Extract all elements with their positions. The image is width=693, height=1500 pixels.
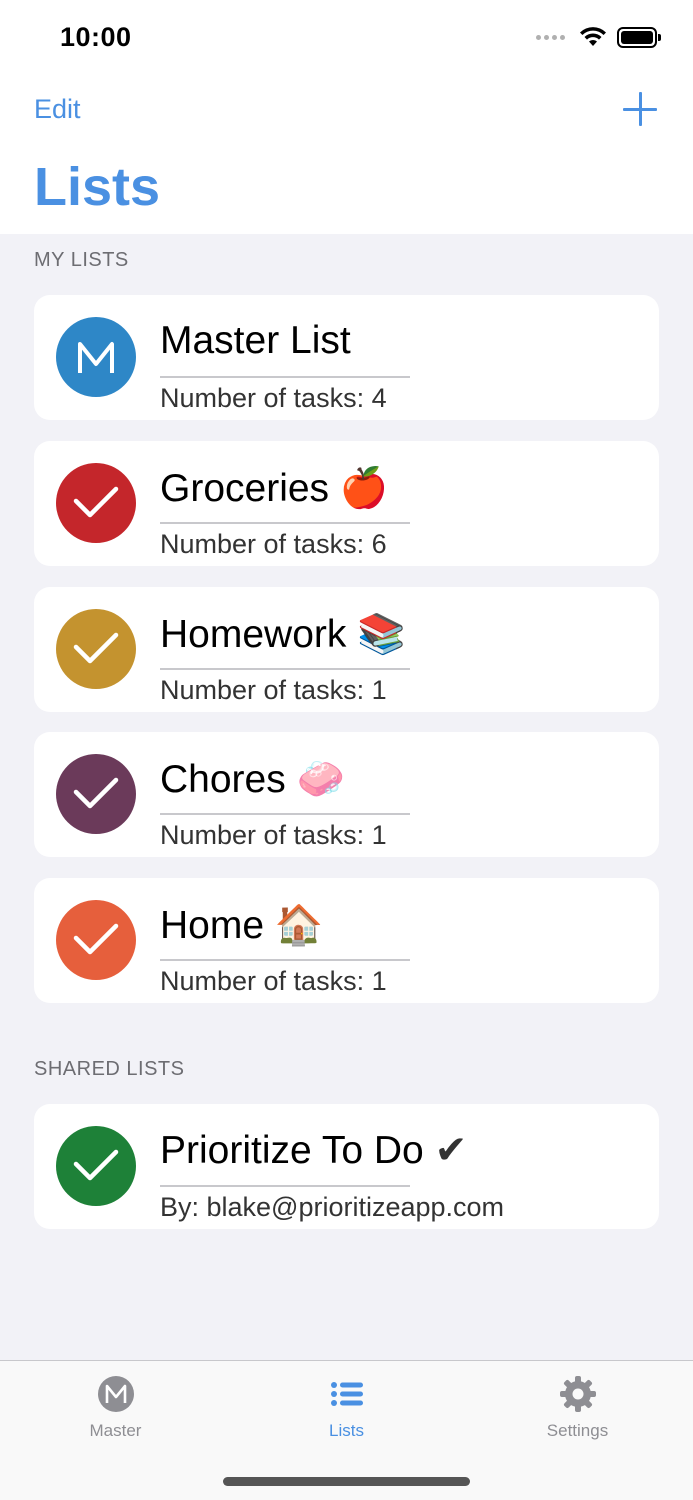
divider <box>160 1185 410 1187</box>
section-header-my-lists: MY LISTS <box>34 249 129 271</box>
page-title: Lists <box>34 157 161 217</box>
list-icon <box>331 1382 363 1406</box>
task-count: Number of tasks: 1 <box>160 966 387 996</box>
tab-label: Master <box>89 1421 142 1440</box>
wifi-icon <box>580 27 606 46</box>
list-name: Homework 📚 <box>160 613 406 656</box>
edit-button[interactable]: Edit <box>34 94 81 125</box>
divider <box>160 668 410 670</box>
list-card-groceries[interactable]: Groceries 🍎 Number of tasks: 6 <box>34 441 659 566</box>
m-logo-icon <box>56 317 136 397</box>
list-name: Prioritize To Do ✔ <box>160 1129 468 1172</box>
checkmark-icon <box>56 609 136 689</box>
checkmark-icon <box>56 463 136 543</box>
tab-lists[interactable]: Lists <box>231 1361 462 1451</box>
section-header-shared-lists: SHARED LISTS <box>34 1058 185 1080</box>
tab-settings[interactable]: Settings <box>462 1361 693 1451</box>
list-card-prioritize-to-do[interactable]: Prioritize To Do ✔ By: blake@prioritizea… <box>34 1104 659 1229</box>
list-card-home[interactable]: Home 🏠 Number of tasks: 1 <box>34 878 659 1003</box>
list-card-homework[interactable]: Homework 📚 Number of tasks: 1 <box>34 587 659 712</box>
task-count: Number of tasks: 1 <box>160 675 387 705</box>
tab-master[interactable]: Master <box>0 1361 231 1451</box>
list-name: Master List <box>160 319 351 362</box>
house-icon: 🏠 <box>274 904 324 947</box>
gear-icon <box>560 1376 596 1412</box>
checkmark-icon <box>56 900 136 980</box>
shared-by: By: blake@prioritizeapp.com <box>160 1192 505 1222</box>
status-icons <box>536 26 661 48</box>
heavy-check-icon: ✔ <box>434 1129 468 1172</box>
home-indicator <box>223 1477 470 1486</box>
checkmark-icon <box>56 754 136 834</box>
list-name: Chores 🧼 <box>160 758 346 801</box>
divider <box>160 522 410 524</box>
divider <box>160 959 410 961</box>
tab-label: Lists <box>329 1421 364 1440</box>
list-card-master-list[interactable]: Master List Number of tasks: 4 <box>34 295 659 420</box>
task-count: Number of tasks: 6 <box>160 529 387 559</box>
books-icon: 📚 <box>357 613 406 656</box>
add-list-button[interactable] <box>623 92 657 126</box>
signal-icon <box>536 34 565 40</box>
list-name: Groceries 🍎 <box>160 467 389 510</box>
status-time: 10:00 <box>60 22 132 52</box>
divider <box>160 376 410 378</box>
apple-icon: 🍎 <box>339 467 389 510</box>
checkmark-icon <box>56 1126 136 1206</box>
tab-label: Settings <box>546 1421 609 1440</box>
divider <box>160 813 410 815</box>
task-count: Number of tasks: 1 <box>160 820 387 850</box>
list-card-chores[interactable]: Chores 🧼 Number of tasks: 1 <box>34 732 659 857</box>
m-logo-icon <box>98 1376 134 1412</box>
battery-icon <box>617 26 661 48</box>
task-count: Number of tasks: 4 <box>160 383 387 413</box>
list-name: Home 🏠 <box>160 904 324 947</box>
soap-icon: 🧼 <box>296 758 346 801</box>
